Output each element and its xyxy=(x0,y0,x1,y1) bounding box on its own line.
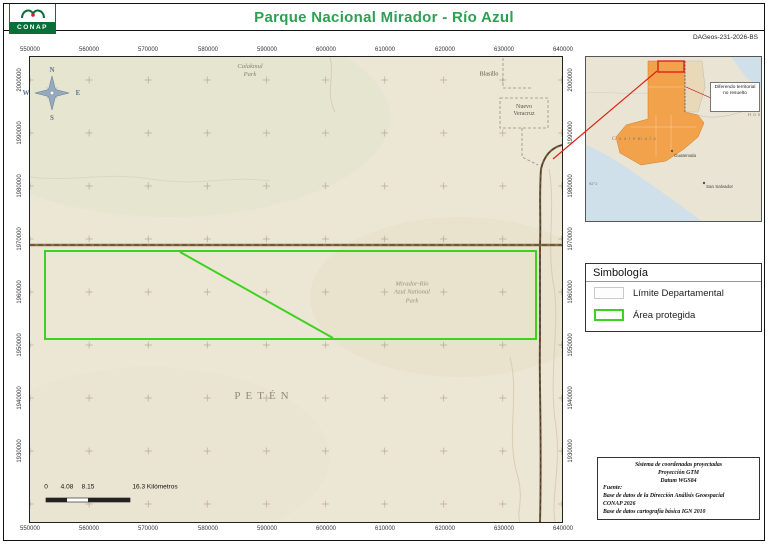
legend-item-label: Límite Departamental xyxy=(633,287,724,299)
grid-coordinate-label: 640000 xyxy=(552,526,574,532)
nuevo-veracruz-label: Nuevo Veracruz xyxy=(513,103,535,117)
inset-country-label: Guatemala xyxy=(612,136,659,142)
departmental-limit-swatch xyxy=(594,287,624,299)
grid-coordinate-label: 590000 xyxy=(256,47,278,53)
header-bar: Parque Nacional Mirador - Río Azul xyxy=(4,4,764,31)
grid-coordinate-label: 1930000 xyxy=(17,439,23,463)
map-title: Parque Nacional Mirador - Río Azul xyxy=(254,9,514,26)
legend-item-label: Área protegida xyxy=(633,309,696,321)
compass-s-label: S xyxy=(50,114,54,122)
grid-coordinate-label: 1950000 xyxy=(568,333,574,357)
grid-coordinate-label: 550000 xyxy=(19,47,41,53)
credits-line: Fuente: xyxy=(603,485,623,492)
conap-logo: CONAP xyxy=(9,3,56,34)
san-salvador-dot xyxy=(702,181,706,185)
grid-coordinate-label: 1980000 xyxy=(568,174,574,198)
grid-coordinate-label: 1930000 xyxy=(568,439,574,463)
credits-line: Base de datos de la Dirección Análisis G… xyxy=(603,493,725,500)
legend-panel: Simbología Límite Departamental Área pro… xyxy=(585,263,762,332)
credits-line: Sistema de coordenadas proyectadas xyxy=(634,462,723,468)
grid-coordinate-label: 560000 xyxy=(78,47,100,53)
grid-coordinate-label: 1950000 xyxy=(17,333,23,357)
grid-coordinate-label: 1990000 xyxy=(568,121,574,145)
conap-emblem-icon xyxy=(10,4,55,22)
graticule-plus-grid xyxy=(30,57,562,522)
grid-coordinate-label: 580000 xyxy=(197,526,219,532)
grid-coordinate-label: 570000 xyxy=(137,526,159,532)
credits-line: Base de datos cartografía básica IGN 201… xyxy=(603,508,706,515)
grid-coordinate-label: 630000 xyxy=(493,526,515,532)
grid-coordinate-label: 1940000 xyxy=(17,386,23,410)
grid-coordinate-label: 600000 xyxy=(315,526,337,532)
credits-line: CONAP 2026 xyxy=(603,501,636,508)
capital-city-dot xyxy=(670,149,674,153)
blasillo-label: Blasillo xyxy=(479,71,499,78)
main-map-canvas xyxy=(30,57,562,522)
legend-title: Simbología xyxy=(586,264,761,282)
grid-coordinate-label: 1980000 xyxy=(17,174,23,198)
document-code: DAGeos-231-2026-BS xyxy=(692,34,758,41)
grid-coordinate-label: 620000 xyxy=(434,526,456,532)
legend-item-area-protegida: Área protegida xyxy=(586,304,761,326)
grid-coordinate-label: 610000 xyxy=(374,526,396,532)
grid-coordinate-label: 1970000 xyxy=(17,227,23,251)
grid-coordinate-label: 1940000 xyxy=(568,386,574,410)
territorial-note-callout: Diferendo territorial no resuelto xyxy=(710,82,760,112)
grid-coordinate-label: 600000 xyxy=(315,47,337,53)
grid-coordinate-label: 1990000 xyxy=(17,121,23,145)
grid-coordinate-label: 550000 xyxy=(19,526,41,532)
grid-coordinate-label: 1960000 xyxy=(568,280,574,304)
grid-coordinate-label: 560000 xyxy=(78,526,100,532)
grid-coordinate-label: 590000 xyxy=(256,526,278,532)
grid-coordinate-label: 610000 xyxy=(374,47,396,53)
inset-honduras-label: Honduras xyxy=(748,112,762,117)
inset-graticule-label: 92°1' xyxy=(589,181,599,186)
grid-coordinate-label: 1960000 xyxy=(17,280,23,304)
grid-coordinate-label: 620000 xyxy=(434,47,456,53)
park-name-label: Mirador-Río Azul National Park xyxy=(394,280,430,305)
scale-label: 4.08 xyxy=(60,483,74,491)
scale-bar xyxy=(45,497,131,503)
grid-coordinate-label: 570000 xyxy=(137,47,159,53)
grid-coordinate-label: 640000 xyxy=(552,47,574,53)
credits-panel: Sistema de coordenadas proyectadas Proye… xyxy=(597,457,760,520)
scale-label: 0 xyxy=(44,483,48,491)
compass-n-label: N xyxy=(49,66,55,74)
scale-label: 16.3 Kilómetros xyxy=(132,483,178,491)
legend-item-limite-departamental: Límite Departamental xyxy=(586,282,761,304)
compass-w-label: W xyxy=(22,89,30,97)
credits-line: Proyección GTM xyxy=(657,469,700,476)
conap-logo-text: CONAP xyxy=(10,22,55,33)
scale-label: 8.15 xyxy=(81,483,95,491)
compass-e-label: E xyxy=(75,89,81,97)
inset-san-salvador-label: San Salvador xyxy=(706,184,734,189)
grid-coordinate-label: 2000000 xyxy=(568,68,574,92)
credits-line: Datum WGS84 xyxy=(660,477,697,484)
grid-coordinate-label: 630000 xyxy=(493,47,515,53)
inset-capital-label: Guatemala xyxy=(674,153,697,158)
grid-coordinate-label: 1970000 xyxy=(568,227,574,251)
calakmul-park-label: Calakmul Park xyxy=(237,62,263,78)
grid-coordinate-label: 580000 xyxy=(197,47,219,53)
main-map xyxy=(29,56,563,523)
peten-label: PETÉN xyxy=(234,390,294,402)
protected-area-swatch xyxy=(594,309,624,321)
